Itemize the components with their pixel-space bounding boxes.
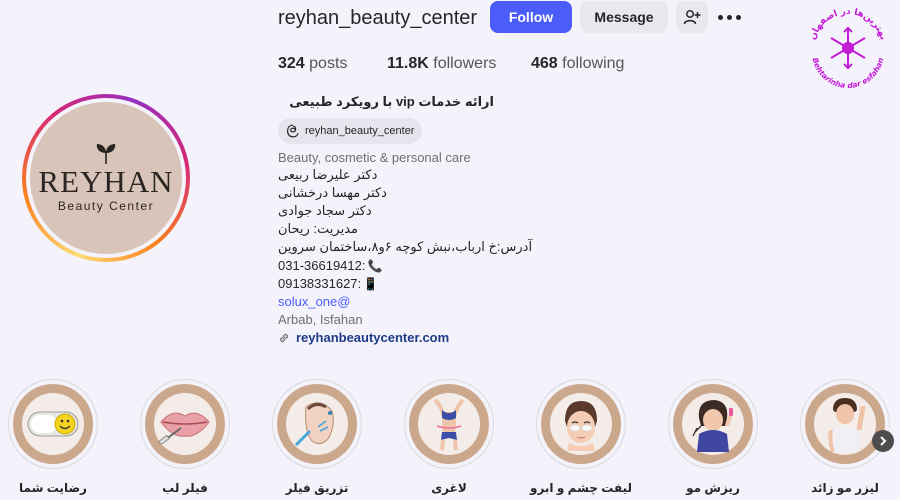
chevron-right-icon[interactable] bbox=[872, 430, 894, 452]
posts-count: 324 bbox=[278, 55, 305, 72]
mobile-number: 09138331627: bbox=[278, 276, 362, 291]
link-icon bbox=[279, 333, 289, 342]
highlight-label: فیلر لب bbox=[162, 481, 208, 495]
username: reyhan_beauty_center bbox=[278, 7, 478, 29]
bio-line: دکتر علیرضا ربیعی bbox=[278, 167, 378, 182]
following-stat[interactable]: 468 following bbox=[531, 55, 624, 73]
bio-title: ارائه خدمات vip با رویکرد طبیعی bbox=[289, 94, 494, 109]
highlight-label: لیزر مو زائد bbox=[811, 481, 879, 495]
category-label: Beauty, cosmetic & personal care bbox=[278, 150, 471, 165]
threads-link[interactable]: reyhan_beauty_center bbox=[278, 118, 423, 144]
leaf-icon bbox=[96, 144, 116, 165]
highlight-item[interactable] bbox=[668, 379, 758, 469]
threads-icon bbox=[286, 124, 299, 138]
smiley-toggle-icon bbox=[27, 411, 79, 437]
bio-line: دکتر مهسا درخشانی bbox=[278, 185, 387, 200]
highlight-item[interactable] bbox=[536, 379, 626, 469]
posts-stat: 324 posts bbox=[278, 55, 347, 73]
highlight-label: ریزش مو bbox=[686, 481, 740, 495]
face-injection-icon bbox=[294, 402, 334, 447]
avatar: REYHAN Beauty Center bbox=[30, 102, 182, 254]
follow-button[interactable]: Follow bbox=[490, 1, 572, 33]
bio-line: مدیریت: ریحان bbox=[278, 221, 358, 236]
profile-page: REYHAN Beauty Center reyhan_beauty_cente… bbox=[0, 0, 900, 500]
followers-count: 11.8K bbox=[387, 55, 429, 72]
highlight-label: تزریق فیلر bbox=[285, 481, 349, 495]
following-count: 468 bbox=[531, 55, 558, 72]
watermark-logo: بهترین‌ها در اصفهان Behtarinha dar esfah… bbox=[800, 2, 896, 94]
bio-line: دکتر سجاد جوادی bbox=[278, 203, 372, 218]
person-add-icon bbox=[683, 10, 701, 25]
laser-hair-removal-icon bbox=[828, 398, 866, 452]
threads-handle: reyhan_beauty_center bbox=[305, 125, 415, 137]
mention-link[interactable]: solux_one@ bbox=[278, 294, 350, 309]
phone-number: 031-36619412: bbox=[278, 258, 366, 273]
mobile-line: 09138331627: 📱 bbox=[278, 276, 378, 291]
highlight-item[interactable] bbox=[404, 379, 494, 469]
mobile-phone-icon: 📱 bbox=[363, 276, 379, 291]
eye-patch-face-icon bbox=[565, 401, 597, 451]
telephone-icon: 📞 bbox=[367, 258, 383, 273]
message-button[interactable]: Message bbox=[580, 1, 668, 33]
avatar-brand-text: REYHAN bbox=[38, 164, 174, 199]
profile-avatar-ring[interactable]: REYHAN Beauty Center bbox=[22, 94, 190, 262]
highlight-item[interactable] bbox=[8, 379, 98, 469]
bio-address: آدرس:خ ارباب،نبش کوچه ۶و۸،ساختمان سروین bbox=[278, 239, 533, 254]
add-user-button[interactable] bbox=[676, 1, 708, 33]
highlight-label: لاغری bbox=[431, 481, 467, 495]
avatar-sub-text: Beauty Center bbox=[57, 199, 155, 213]
location-text: Arbab, Isfahan bbox=[278, 312, 363, 327]
website-link[interactable]: reyhanbeautycenter.com bbox=[278, 330, 449, 345]
lips-syringe-icon bbox=[158, 412, 210, 444]
highlight-item[interactable] bbox=[140, 379, 230, 469]
highlight-item[interactable] bbox=[800, 379, 890, 469]
followers-stat[interactable]: 11.8K followers bbox=[387, 55, 496, 73]
highlight-label: رضایت شما bbox=[19, 481, 87, 495]
highlight-label: لیفت چشم و ابرو bbox=[529, 481, 633, 495]
slim-body-icon bbox=[433, 398, 465, 451]
phone-line: 031-36619412: 📞 bbox=[278, 258, 382, 273]
highlight-item[interactable] bbox=[272, 379, 362, 469]
followers-label: followers bbox=[433, 55, 497, 72]
following-label: following bbox=[562, 55, 625, 72]
posts-label: posts bbox=[309, 55, 348, 72]
website-url: reyhanbeautycenter.com bbox=[296, 330, 450, 345]
more-options-icon[interactable] bbox=[718, 10, 744, 24]
hair-loss-icon bbox=[692, 400, 733, 452]
